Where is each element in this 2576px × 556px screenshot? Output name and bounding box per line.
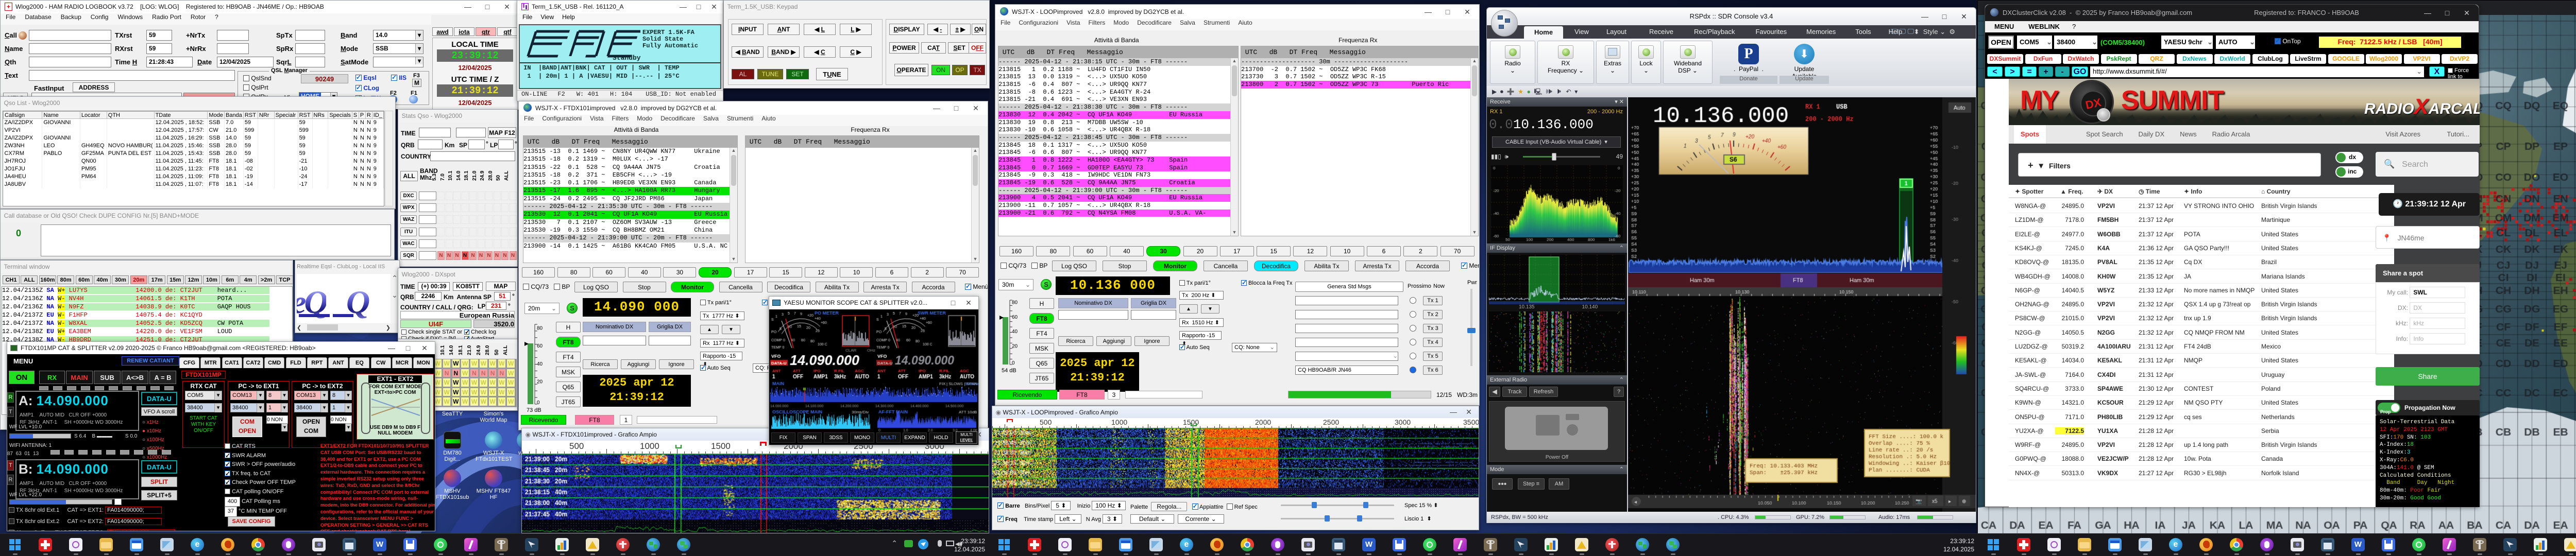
svg-text:60: 60 — [537, 343, 543, 349]
svg-text:40: 40 — [1012, 329, 1018, 335]
svg-text:20: 20 — [1012, 344, 1018, 350]
svg-text:80: 80 — [537, 326, 543, 332]
svg-text:40: 40 — [537, 361, 543, 367]
svg-text:0: 0 — [1012, 360, 1015, 366]
svg-text:20: 20 — [537, 379, 543, 385]
svg-text:80: 80 — [1012, 300, 1018, 306]
svg-text:0: 0 — [537, 400, 540, 406]
svg-text:60: 60 — [1012, 315, 1018, 320]
